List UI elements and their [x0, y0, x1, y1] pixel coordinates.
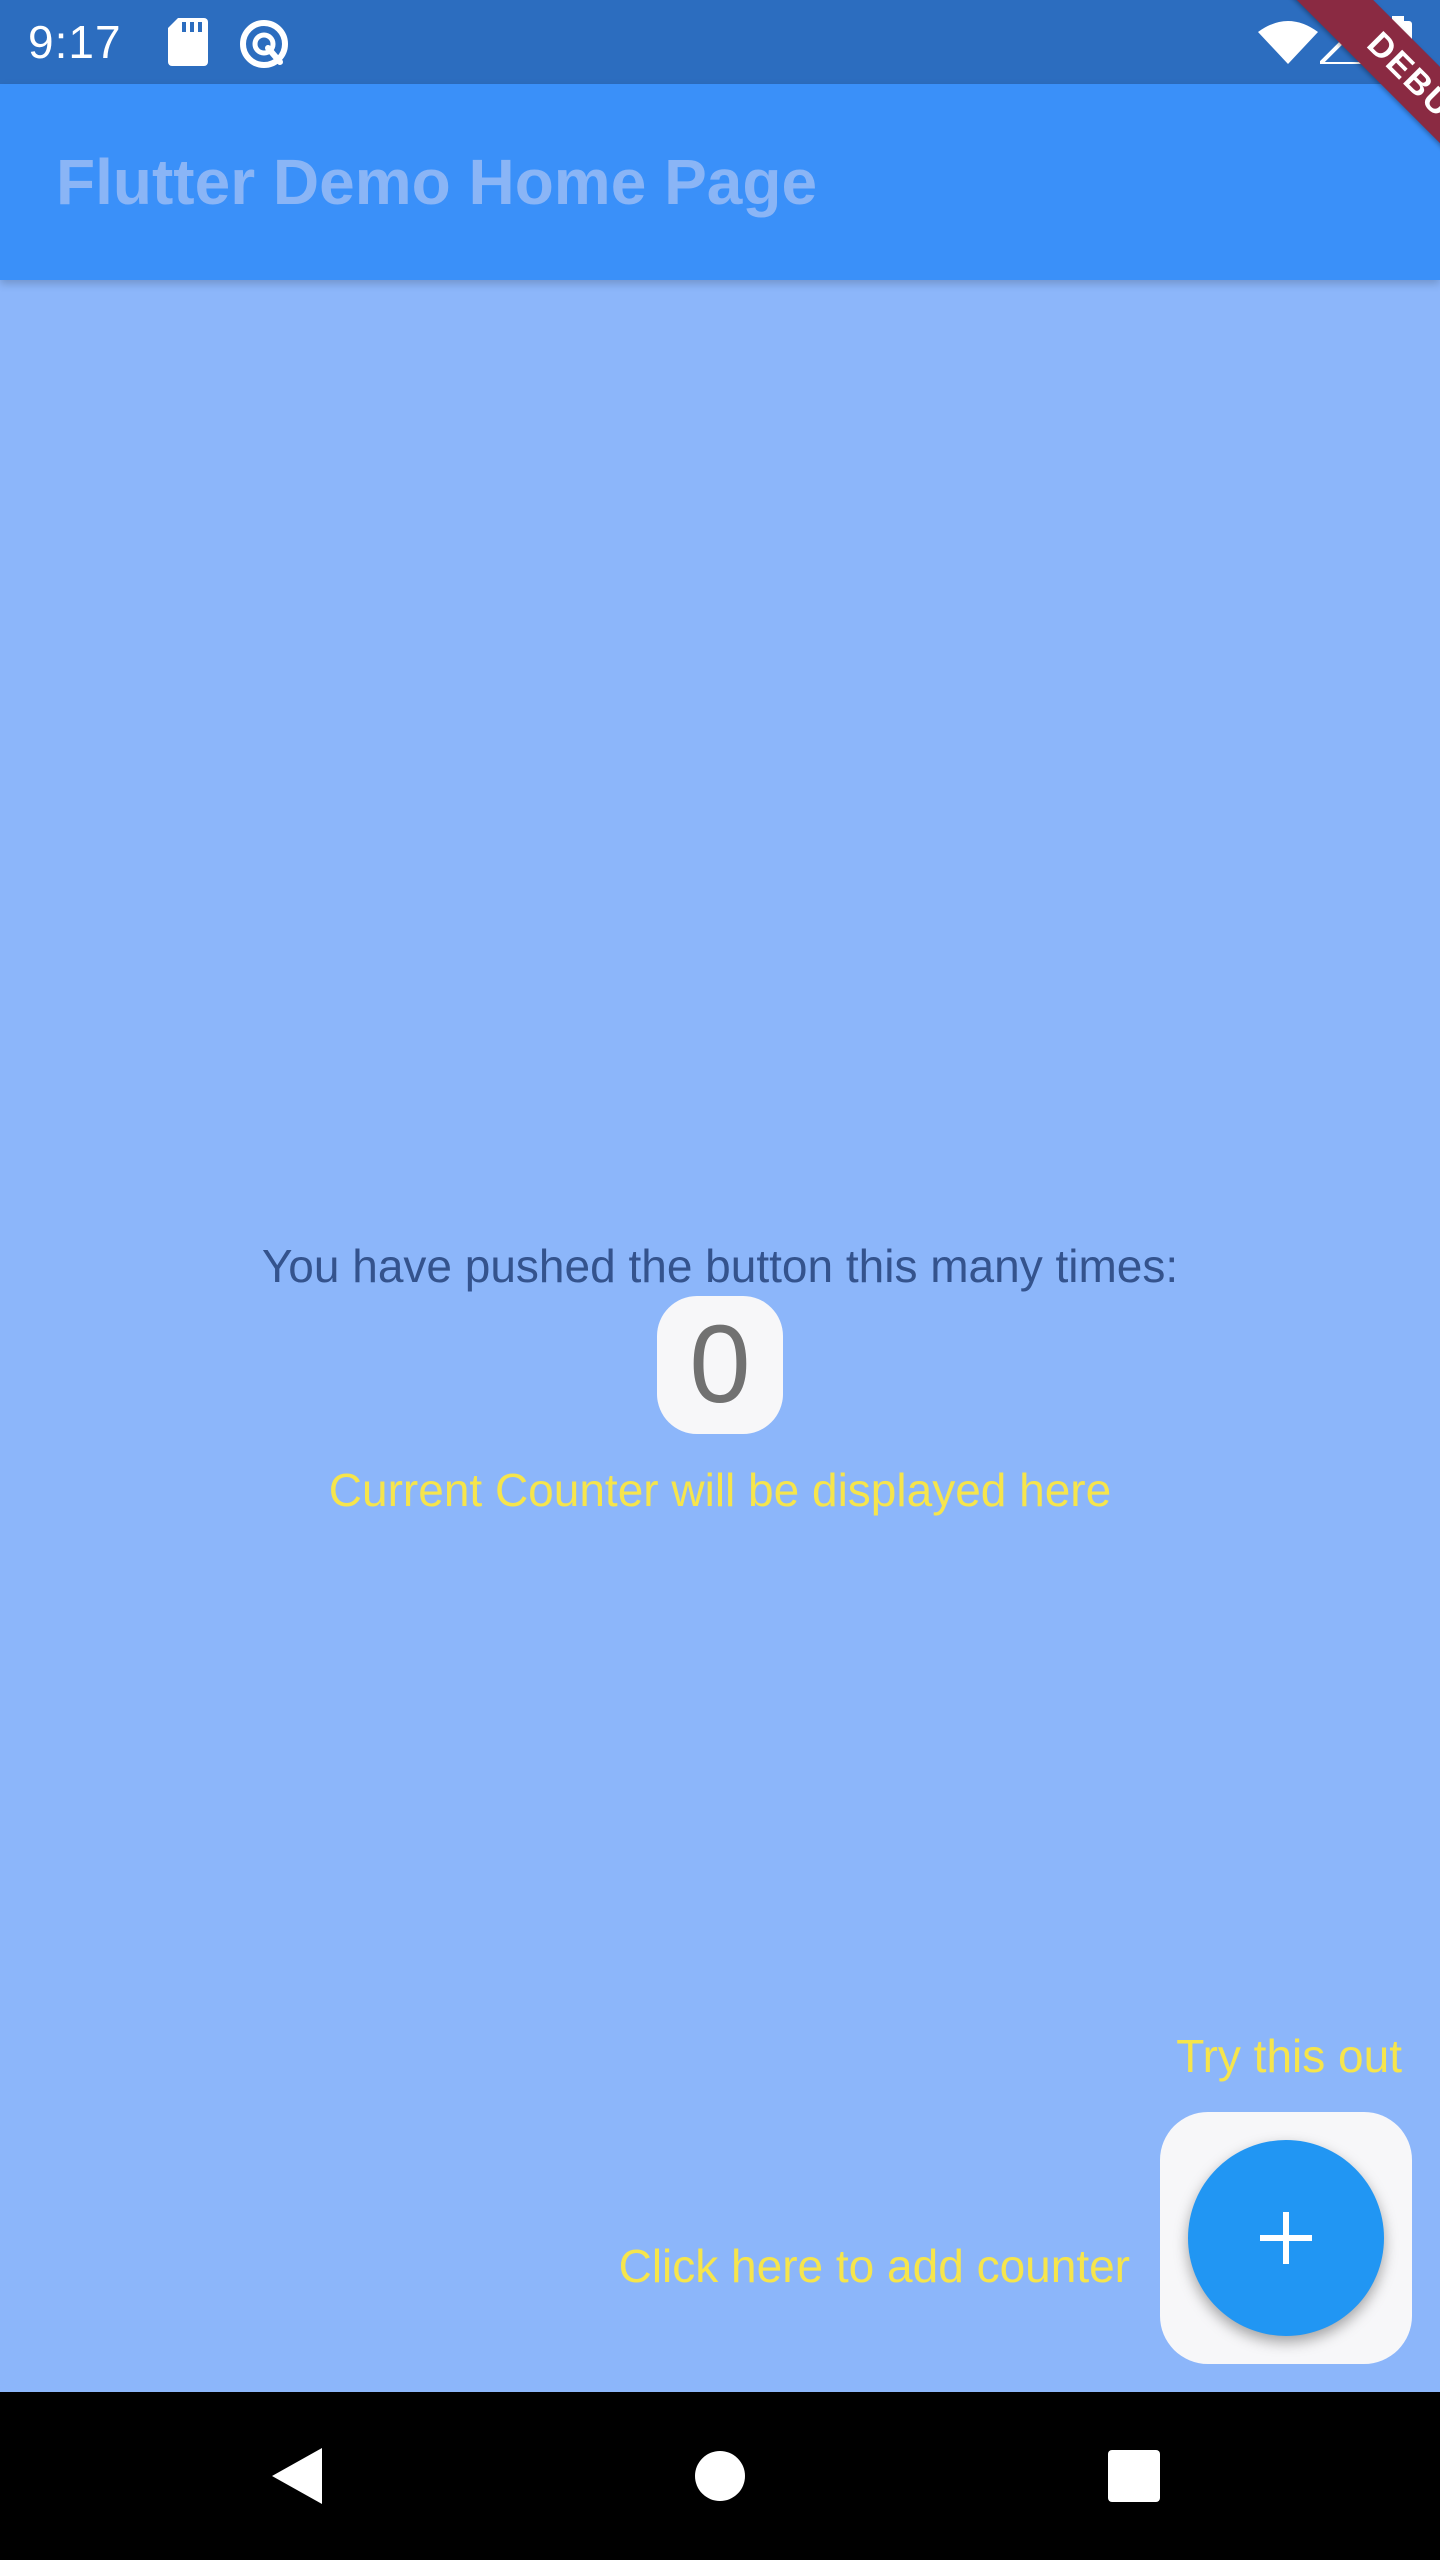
try-this-out-label: Try this out — [1176, 2030, 1402, 2082]
nav-recents-button[interactable] — [1054, 2392, 1214, 2560]
page-title: Flutter Demo Home Page — [56, 146, 818, 218]
status-time: 9:17 — [28, 16, 122, 68]
pushed-count-label: You have pushed the button this many tim… — [261, 1240, 1179, 1292]
counter-value: 0 — [689, 1303, 751, 1426]
wifi-icon — [1258, 21, 1318, 64]
nav-home-button[interactable] — [640, 2392, 800, 2560]
app-bar: Flutter Demo Home Page — [0, 84, 1440, 280]
battery-icon — [1384, 16, 1412, 66]
home-icon — [695, 2451, 745, 2501]
add-counter-button[interactable] — [1188, 2140, 1384, 2336]
sync-icon — [240, 20, 288, 68]
signal-icon — [1320, 20, 1364, 64]
status-bar: 9:17 — [0, 0, 1440, 84]
nav-back-button[interactable] — [220, 2392, 380, 2560]
sd-card-icon — [168, 18, 208, 66]
counter-display: 0 — [657, 1296, 783, 1434]
system-nav-bar — [0, 2392, 1440, 2560]
add-counter-hint: Click here to add counter — [618, 2240, 1130, 2292]
back-icon — [272, 2448, 322, 2504]
counter-hint: Current Counter will be displayed here — [328, 1464, 1112, 1516]
recents-icon — [1108, 2450, 1160, 2502]
